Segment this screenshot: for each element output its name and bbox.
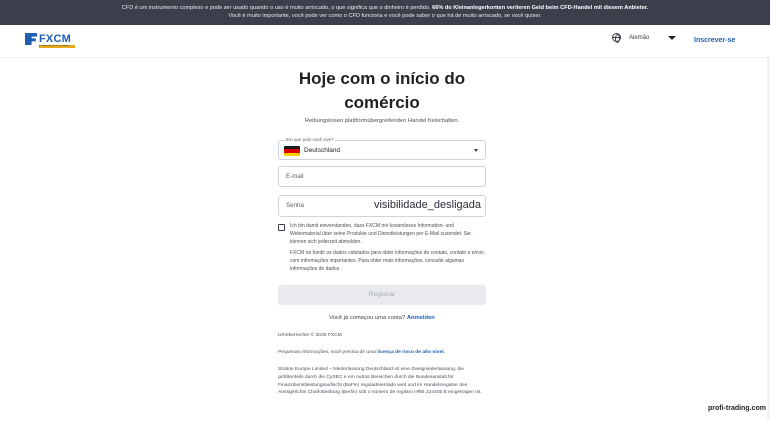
flag-stripe-gold	[284, 152, 300, 156]
logo-text: FXCM	[39, 33, 71, 45]
password-placeholder: Senha	[286, 202, 304, 209]
globe-icon	[612, 33, 621, 43]
consent-text: Ich bin damit einverstanden, dass FXCM m…	[290, 223, 471, 245]
copyright-text: Urheberrechte © 2025 FXCM	[278, 333, 342, 338]
risk-notice: Pequenas informações, você precisa de um…	[278, 350, 445, 355]
site-header: FXCM A JEFFERIES GROUP COMPANY Alemão In…	[0, 25, 770, 58]
login-link[interactable]: Anmelden	[407, 315, 435, 321]
banner-line-1: CFD é um instrumento complexo e pode ser…	[121, 5, 649, 11]
signup-link[interactable]: Inscrever-se	[694, 37, 735, 44]
country-select[interactable]: Em que país você vive? Deutschland	[278, 137, 486, 160]
chevron-down-icon	[668, 35, 677, 40]
fxcm-logo[interactable]: FXCM A JEFFERIES GROUP COMPANY	[25, 33, 75, 48]
email-placeholder: E-mail	[286, 173, 304, 180]
login-prompt: Você já começou uma conta? Anmelden	[329, 315, 435, 321]
consent-checkbox[interactable]	[278, 224, 285, 231]
fxcm-logo-icon	[25, 33, 37, 45]
country-value: Deutschland	[304, 147, 341, 154]
language-selector[interactable]: Alemão	[612, 33, 677, 43]
germany-flag-icon	[284, 146, 300, 156]
chevron-down-icon	[474, 149, 478, 152]
visibility-off-icon[interactable]: visibilidade_desligada	[374, 199, 481, 211]
page-title: Hoje com o início do comércio	[298, 69, 466, 112]
language-label: Alemão	[629, 34, 650, 41]
country-label: Em que país você vive?	[285, 137, 335, 142]
password-field[interactable]: Senha visibilidade_desligada	[278, 195, 486, 217]
legal-text: Stratos Europe Limited – Niederlassung D…	[278, 367, 482, 396]
watermark: profi-trading.com	[706, 405, 768, 412]
risk-warning-banner: CFD é um instrumento complexo e pode ser…	[0, 0, 770, 25]
risk-license-link[interactable]: licença de risco de alto nível.	[377, 350, 445, 355]
email-field[interactable]: E-mail	[278, 166, 486, 187]
page-subtitle: Reibungslosen plattformübergreifenden Ha…	[304, 118, 460, 124]
register-button[interactable]: Registrar	[278, 285, 486, 305]
logo-subtitle-bar: A JEFFERIES GROUP COMPANY	[39, 45, 75, 48]
banner-line-2: Você é muito importante, você pode ver c…	[228, 12, 542, 19]
privacy-text: FXCM irá fundir os dados coletados para …	[290, 250, 484, 272]
